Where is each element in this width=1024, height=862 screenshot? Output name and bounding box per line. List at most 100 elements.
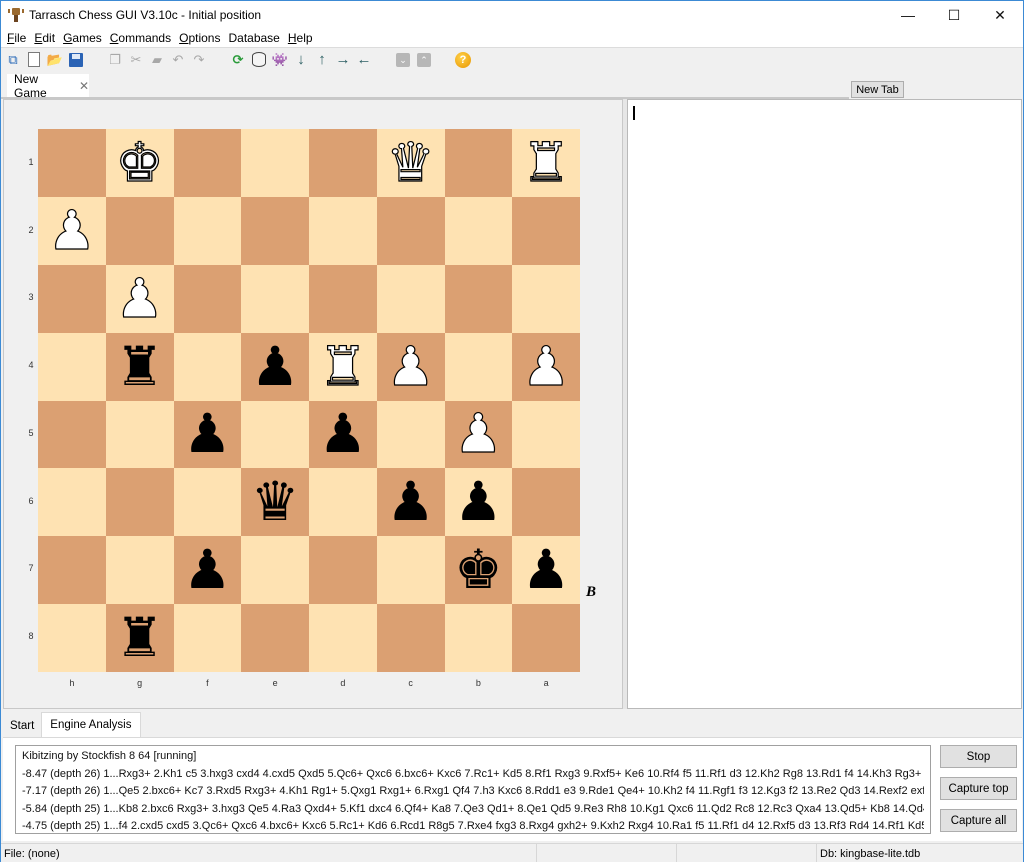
square-c4[interactable]: ♟ (376, 332, 445, 401)
square-h2[interactable]: ♟ (38, 196, 106, 265)
square-d7[interactable] (309, 536, 377, 605)
square-h3[interactable] (38, 264, 106, 333)
black-pawn-icon[interactable]: ♟ (319, 407, 367, 461)
white-pawn-icon[interactable]: ♟ (386, 338, 436, 393)
square-e6[interactable]: ♛ (241, 468, 309, 537)
square-g7[interactable] (105, 536, 174, 605)
square-a6[interactable] (512, 468, 580, 537)
square-f4[interactable] (173, 332, 242, 401)
engine-icon[interactable]: 👾 (272, 52, 288, 68)
redo-icon[interactable]: ↷ (191, 52, 207, 68)
close-tab-icon[interactable]: ✕ (79, 79, 89, 93)
copy-icon[interactable]: ❐ (107, 52, 123, 68)
menu-edit[interactable]: Edit (30, 31, 59, 45)
move-forward-icon[interactable]: → (335, 51, 351, 68)
white-queen-icon[interactable]: ♛ (386, 135, 436, 190)
minimize-button[interactable]: — (885, 1, 931, 29)
white-pawn-icon[interactable]: ♟ (454, 406, 504, 461)
square-f7[interactable]: ♟ (173, 536, 242, 605)
flip-board-icon[interactable]: ⟳ (230, 52, 246, 68)
square-f1[interactable] (173, 129, 242, 197)
square-c7[interactable] (376, 536, 445, 605)
square-b8[interactable] (444, 604, 513, 672)
capture-all-button[interactable]: Capture all (940, 809, 1017, 832)
square-a3[interactable] (512, 264, 580, 333)
square-f3[interactable] (173, 264, 242, 333)
menu-database[interactable]: Database (224, 31, 283, 45)
chess-board[interactable]: ♚ ♛ ♜ ♟ ♟ ♜ ♟ ♜ ♟ ♟ ♟ ♟ ♟ ♛ ♟ ♟ ♟ ♚ ♟ ♜ (38, 129, 580, 672)
new-tab-button[interactable]: New Tab (851, 81, 904, 98)
square-a7[interactable]: ♟ (512, 536, 580, 605)
black-pawn-icon[interactable]: ♟ (454, 475, 502, 529)
square-a2[interactable] (512, 196, 580, 265)
square-g4[interactable]: ♜ (105, 332, 174, 401)
square-d5[interactable]: ♟ (309, 400, 377, 469)
menu-commands[interactable]: Commands (106, 31, 175, 45)
white-pawn-icon[interactable]: ♟ (47, 203, 97, 258)
square-h7[interactable] (38, 536, 106, 605)
black-king-icon[interactable]: ♚ (454, 543, 502, 597)
move-up-icon[interactable]: ↑ (314, 51, 330, 68)
square-g2[interactable] (105, 196, 174, 265)
square-d8[interactable] (309, 604, 377, 672)
square-b5[interactable]: ♟ (444, 400, 513, 469)
copy-to-clipboard-icon[interactable]: ⧉ (5, 52, 21, 68)
square-d6[interactable] (309, 468, 377, 537)
tab-engine-analysis[interactable]: Engine Analysis (41, 712, 141, 737)
cut-icon[interactable]: ✂ (128, 52, 144, 68)
square-c6[interactable]: ♟ (376, 468, 445, 537)
square-h4[interactable] (38, 332, 106, 401)
square-h5[interactable] (38, 400, 106, 469)
square-g8[interactable]: ♜ (105, 604, 174, 672)
square-e7[interactable] (241, 536, 309, 605)
black-queen-icon[interactable]: ♛ (251, 475, 299, 529)
square-e3[interactable] (241, 264, 309, 333)
black-rook-icon[interactable]: ♜ (115, 339, 163, 394)
database-icon[interactable] (251, 52, 267, 68)
square-b7[interactable]: ♚ (444, 536, 513, 605)
capture-top-button[interactable]: Capture top (940, 777, 1017, 800)
square-a4[interactable]: ♟ (512, 332, 580, 401)
white-pawn-icon[interactable]: ♟ (521, 338, 571, 393)
undo-icon[interactable]: ↶ (170, 52, 186, 68)
square-c3[interactable] (376, 264, 445, 333)
menu-file[interactable]: File (1, 31, 30, 45)
close-button[interactable]: ✕ (977, 1, 1023, 29)
white-pawn-icon[interactable]: ♟ (115, 271, 165, 326)
maximize-button[interactable]: ☐ (931, 1, 977, 29)
square-f2[interactable] (173, 196, 242, 265)
move-back-icon[interactable]: ← (356, 51, 372, 68)
square-f8[interactable] (173, 604, 242, 672)
square-h6[interactable] (38, 468, 106, 537)
square-a1[interactable]: ♜ (512, 129, 580, 197)
square-e1[interactable] (241, 129, 309, 197)
paste-icon[interactable]: ▰ (149, 52, 165, 68)
square-c2[interactable] (376, 196, 445, 265)
open-folder-icon[interactable]: 📂 (47, 52, 63, 68)
black-rook-icon[interactable]: ♜ (115, 611, 163, 665)
tab-start[interactable]: Start (3, 715, 41, 737)
square-b1[interactable] (444, 129, 513, 197)
collapse-icon[interactable]: ⌄ (395, 52, 411, 68)
square-g6[interactable] (105, 468, 174, 537)
white-rook-icon[interactable]: ♜ (318, 338, 368, 393)
square-e5[interactable] (241, 400, 309, 469)
square-b2[interactable] (444, 196, 513, 265)
square-d2[interactable] (309, 196, 377, 265)
black-pawn-icon[interactable]: ♟ (522, 543, 570, 597)
square-b6[interactable]: ♟ (444, 468, 513, 537)
black-pawn-icon[interactable]: ♟ (183, 543, 231, 597)
square-e8[interactable] (241, 604, 309, 672)
square-c1[interactable]: ♛ (376, 129, 445, 197)
square-g5[interactable] (105, 400, 174, 469)
square-e2[interactable] (241, 196, 309, 265)
menu-games[interactable]: Games (59, 31, 106, 45)
square-d3[interactable] (309, 264, 377, 333)
new-file-icon[interactable] (26, 52, 42, 68)
square-g1[interactable]: ♚ (105, 129, 174, 197)
tab-new-game[interactable]: New Game ✕ (7, 72, 89, 100)
black-pawn-icon[interactable]: ♟ (183, 407, 231, 461)
white-king-icon[interactable]: ♚ (115, 135, 165, 190)
black-pawn-icon[interactable]: ♟ (251, 339, 299, 394)
square-h1[interactable] (38, 129, 106, 197)
